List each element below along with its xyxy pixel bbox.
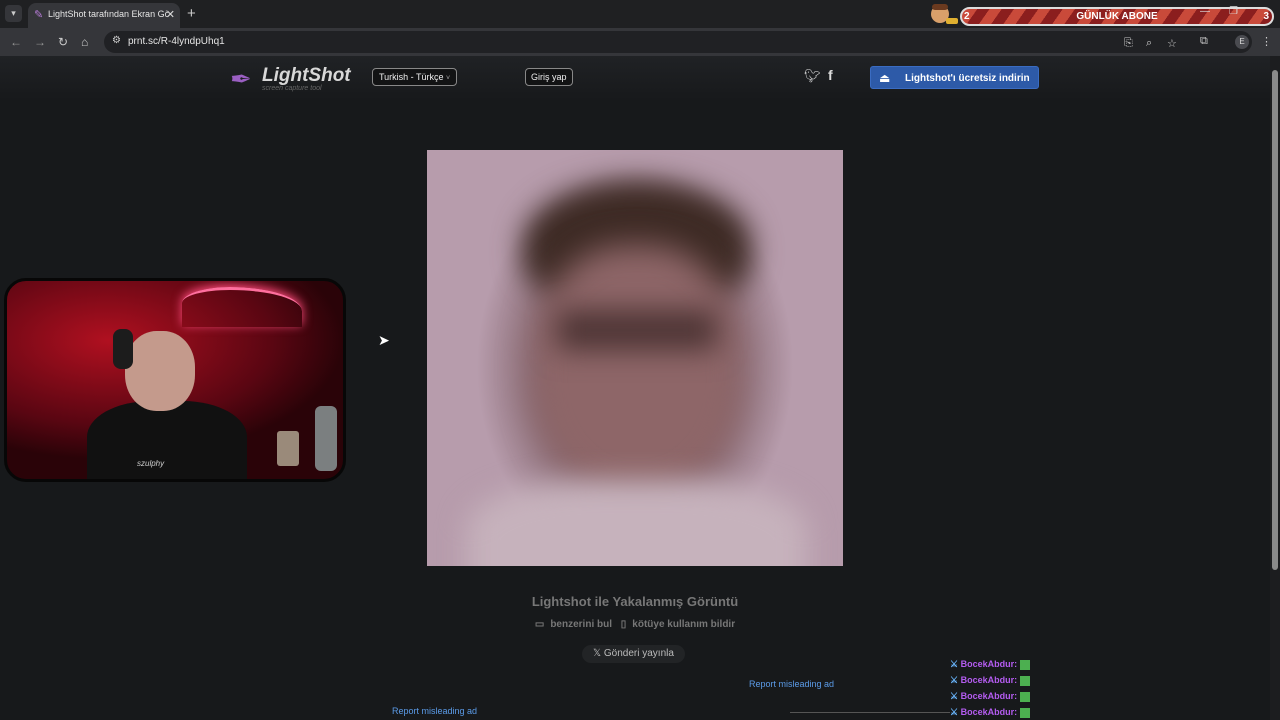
language-select[interactable]: Turkish - Türkçe ˅ bbox=[372, 68, 458, 86]
stream-chat-overlay: ⚔ BocekAbdur: ⚔ BocekAbdur: ⚔ BocekAbdur… bbox=[950, 656, 1070, 720]
image-face bbox=[532, 245, 742, 495]
site-info-icon[interactable]: ⚙ bbox=[112, 35, 121, 46]
streamer-head bbox=[125, 331, 195, 411]
url-text[interactable]: prnt.sc/R-4lyndpUhq1 bbox=[128, 36, 225, 47]
close-tab-icon[interactable]: ✕ bbox=[166, 8, 175, 21]
extensions-icon[interactable]: ⧉ bbox=[1200, 35, 1208, 48]
twitter-icon[interactable]: 🐦︎ bbox=[804, 68, 821, 84]
image-eyes bbox=[557, 310, 717, 350]
language-label: Turkish - Türkçe bbox=[379, 72, 444, 82]
new-tab-button[interactable]: + bbox=[187, 5, 196, 22]
minimize-icon[interactable]: — bbox=[1200, 6, 1210, 17]
report-abuse-link[interactable]: kötüye kullanım bildir bbox=[632, 619, 735, 630]
facebook-icon[interactable]: f bbox=[828, 67, 833, 83]
chat-username: BocekAbdur: bbox=[960, 707, 1018, 717]
home-icon[interactable]: ⌂ bbox=[81, 35, 88, 49]
maximize-icon[interactable]: ❐ bbox=[1229, 6, 1238, 17]
neon-sign bbox=[182, 287, 302, 327]
download-button[interactable]: ⏏ Lightshot'ı ücretsiz indirin bbox=[870, 66, 1039, 89]
flag-icon: ▯ bbox=[620, 619, 627, 630]
logo-text: LightShot bbox=[262, 65, 351, 86]
find-similar-link[interactable]: benzerini bul bbox=[550, 619, 612, 630]
bottle bbox=[315, 406, 337, 471]
chat-username: BocekAbdur: bbox=[960, 675, 1018, 685]
scrollbar-thumb[interactable] bbox=[1272, 70, 1278, 570]
chat-message: ⚔ BocekAbdur: bbox=[950, 656, 1070, 672]
sword-badge-icon: ⚔ bbox=[950, 691, 961, 701]
streamer-body bbox=[87, 401, 247, 479]
image-actions: ▭ benzerini bul ▯ kötüye kullanım bildir bbox=[427, 619, 843, 630]
emote-icon bbox=[1019, 707, 1030, 718]
sword-badge-icon: ⚔ bbox=[950, 707, 961, 717]
tab-bar: ▾ ✎ LightShot tarafından Ekran Görü ✕ + … bbox=[0, 0, 1280, 28]
chat-message: ⚔ BocekAbdur: bbox=[950, 688, 1070, 704]
sword-badge-icon: ⚔ bbox=[950, 675, 961, 685]
profile-avatar[interactable]: E bbox=[1235, 35, 1249, 49]
lightshot-logo[interactable]: ✒ LightShot screen capture tool bbox=[230, 64, 351, 96]
tab-search-button[interactable]: ▾ bbox=[5, 5, 22, 22]
screenshot-image[interactable] bbox=[427, 150, 843, 566]
mouse-cursor-icon: ➤ bbox=[378, 332, 390, 348]
install-app-icon[interactable]: ⎘ bbox=[1124, 37, 1133, 50]
image-shirt bbox=[467, 480, 807, 566]
headset-icon bbox=[113, 329, 133, 369]
chat-username: BocekAbdur: bbox=[960, 691, 1018, 701]
streamer-avatar-icon bbox=[931, 4, 958, 24]
report-ad-link[interactable]: Report misleading ad bbox=[749, 679, 834, 689]
report-ad-link-2[interactable]: Report misleading ad bbox=[392, 706, 477, 716]
subscriber-goal-bar: 2 GÜNLÜK ABONE 3 bbox=[960, 7, 1274, 26]
tweet-label: Gönderi yayınla bbox=[603, 648, 674, 659]
image-caption: Lightshot ile Yakalanmış Görüntü bbox=[531, 594, 739, 609]
chat-username: BocekAbdur: bbox=[960, 659, 1018, 669]
lightshot-feather-icon: ✎ bbox=[34, 9, 44, 21]
subscriber-goal-label: GÜNLÜK ABONE bbox=[1076, 11, 1158, 22]
download-icon: ⏏ bbox=[879, 71, 891, 85]
back-icon[interactable]: ← bbox=[10, 35, 22, 49]
webcam-overlay: szulphy bbox=[4, 278, 346, 482]
shirt-logo: szulphy bbox=[137, 459, 165, 468]
lightshot-header: ✒ LightShot screen capture tool Turkish … bbox=[0, 56, 1270, 100]
tab-lightshot[interactable]: ✎ LightShot tarafından Ekran Görü ✕ bbox=[28, 3, 180, 28]
login-button[interactable]: Giriş yap bbox=[525, 68, 573, 86]
cup bbox=[277, 431, 299, 466]
x-logo-icon: 𝕏 bbox=[593, 648, 604, 659]
camera-icon: ▭ bbox=[534, 619, 545, 630]
page-scrollbar[interactable] bbox=[1270, 56, 1280, 720]
emote-icon bbox=[1019, 691, 1030, 702]
reload-icon[interactable]: ↻ bbox=[58, 35, 68, 49]
emote-icon bbox=[1019, 675, 1030, 686]
more-menu-icon[interactable]: ⋮ bbox=[1261, 35, 1272, 48]
tab-title: LightShot tarafından Ekran Görü bbox=[48, 9, 168, 19]
chat-message: ⚔ BocekAbdur: bbox=[950, 704, 1070, 720]
logo-subtitle: screen capture tool bbox=[262, 85, 322, 92]
sword-badge-icon: ⚔ bbox=[950, 659, 961, 669]
ad-divider bbox=[790, 712, 950, 720]
feather-icon: ✒ bbox=[230, 64, 252, 94]
tweet-button[interactable]: 𝕏 Gönderi yayınla bbox=[582, 645, 685, 663]
download-label: Lightshot'ı ücretsiz indirin bbox=[905, 73, 1030, 84]
chat-message: ⚔ BocekAbdur: bbox=[950, 672, 1070, 688]
forward-icon[interactable]: → bbox=[34, 35, 46, 49]
zoom-icon[interactable]: ⌕ bbox=[1146, 37, 1152, 50]
emote-icon bbox=[1019, 659, 1030, 670]
browser-toolbar: ← → ↻ ⌂ ⚙ prnt.sc/R-4lyndpUhq1 ⎘ ⌕ ☆ ⧉ E… bbox=[0, 28, 1280, 56]
address-bar[interactable]: ⚙ prnt.sc/R-4lyndpUhq1 ⎘ ⌕ ☆ bbox=[104, 31, 1252, 53]
subscriber-goal-target: 3 bbox=[1263, 11, 1269, 22]
bookmark-star-icon[interactable]: ☆ bbox=[1167, 37, 1177, 50]
chevron-down-icon: ˅ bbox=[446, 75, 451, 82]
